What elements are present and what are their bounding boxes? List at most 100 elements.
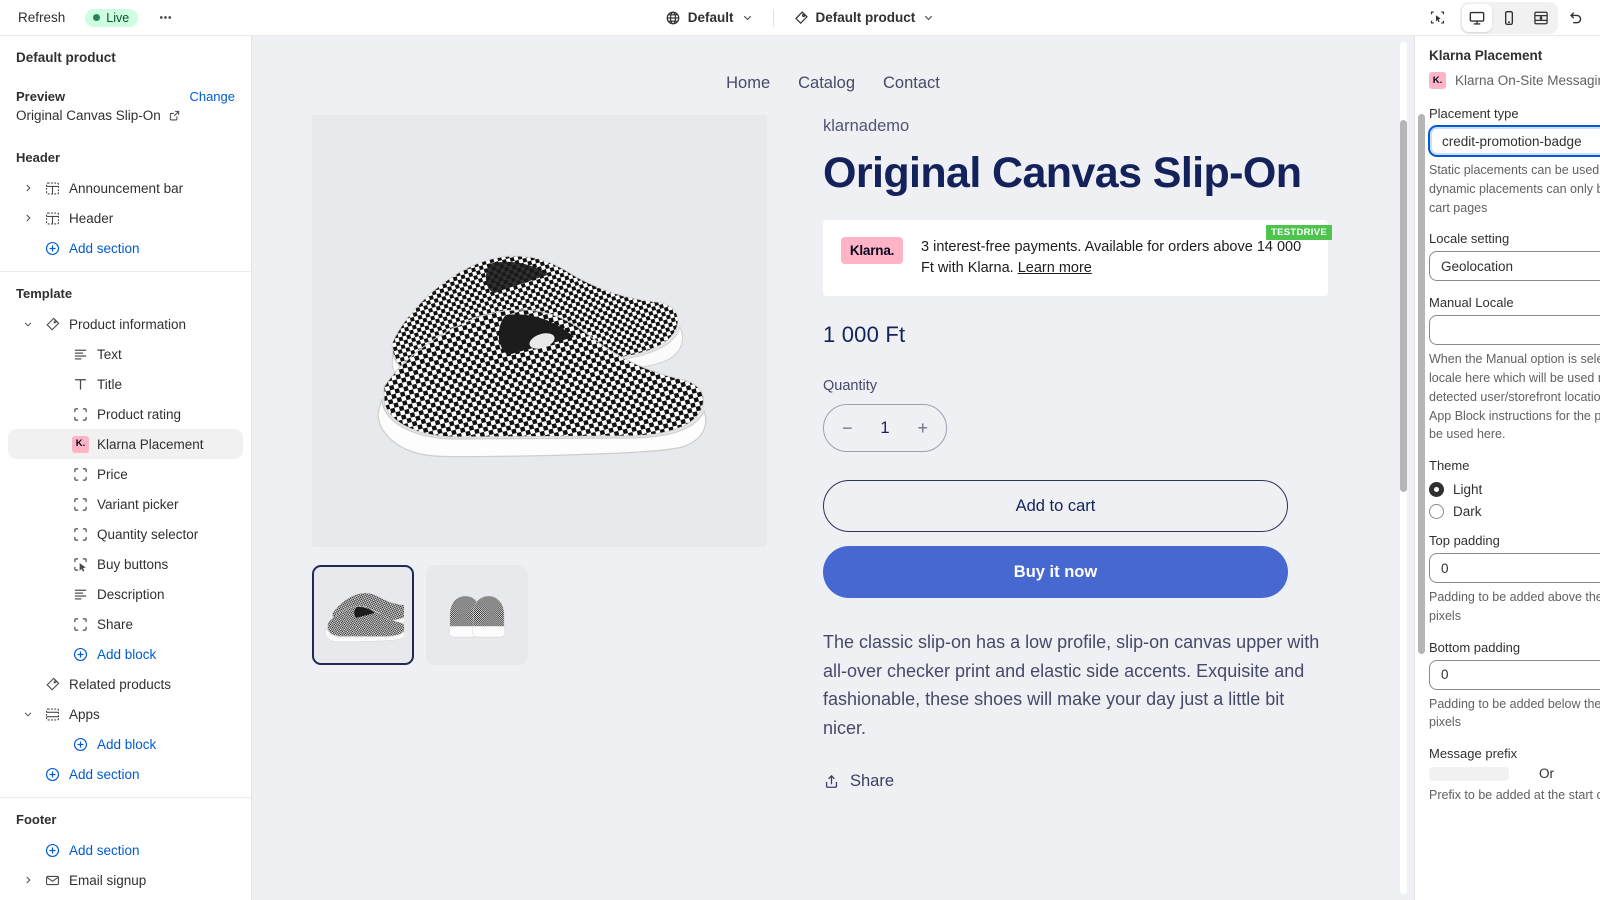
placement-type-input[interactable] [1429,126,1600,156]
top-padding-input[interactable] [1429,553,1600,583]
theme-option-dark[interactable]: Dark [1429,504,1600,519]
quantity-stepper[interactable]: − 1 + [823,404,947,453]
undo-button[interactable] [1560,4,1590,32]
message-prefix-or: Or [1539,766,1554,781]
sidebar-item-apps[interactable]: Apps [8,699,243,729]
top-bar-center: Default Default product [0,0,1600,35]
radio-dark-icon[interactable] [1429,504,1444,519]
sidebar-item-description[interactable]: Description [8,579,243,609]
desktop-view-button[interactable] [1462,3,1492,32]
placement-type-field: Placement type Static placements can be … [1429,106,1600,217]
manual-locale-field: Manual Locale When the Manual option is … [1429,295,1600,444]
nav-link-contact[interactable]: Contact [883,74,940,93]
app-name: Klarna On-Site Messaging [1455,73,1600,88]
sidebar-item-variant-picker[interactable]: Variant picker [8,489,243,519]
sidebar-item-quantity-selector[interactable]: Quantity selector [8,519,243,549]
locale-setting-input[interactable] [1429,251,1600,282]
chevron-right-icon[interactable] [20,182,36,194]
sidebar-group-footer: Footer Add section Email signup [0,798,251,900]
sidebar-item-title[interactable]: Title [8,369,243,399]
external-link-icon[interactable] [168,109,181,122]
product-main-image[interactable] [312,115,767,547]
product-thumbnails [312,565,767,665]
sidebar-item-add-section[interactable]: Add section [8,835,243,865]
sidebar-item-label: Product rating [97,406,182,422]
buy-it-now-button[interactable]: Buy it now [823,546,1288,599]
klarna-learn-more-link[interactable]: Learn more [1018,260,1092,276]
message-prefix-row[interactable]: Or [1429,766,1600,781]
radio-light-icon[interactable] [1429,482,1444,497]
template-selector-button[interactable]: Default product [784,5,945,31]
share-button[interactable]: Share [823,772,894,791]
share-label: Share [850,772,895,791]
title-icon [75,378,86,390]
block-settings-panel: Klarna Placement K. Klarna On-Site Messa… [1414,36,1600,900]
block-icon [72,406,89,423]
chevron-right-icon[interactable] [20,874,36,886]
preview-scrollbar-thumb[interactable] [1400,120,1407,492]
plus-circle-icon [72,736,89,753]
thumbnail-2[interactable] [426,565,528,665]
block-icon [74,497,87,511]
sidebar-item-share[interactable]: Share [8,609,243,639]
plus-circle-icon [45,767,60,781]
more-options-button[interactable] [150,5,180,31]
nav-link-home[interactable]: Home [726,74,770,93]
klarna-icon: K. [72,435,89,453]
klarna-placement-banner[interactable]: TESTDRIVE Klarna. 3 interest-free paymen… [823,220,1332,297]
manual-locale-input[interactable] [1429,315,1600,346]
sidebar-item-add-block[interactable]: Add block [8,729,243,759]
plus-circle-icon [44,842,61,859]
settings-panel-scrollbar-thumb[interactable] [1418,114,1425,654]
sidebar-item-price[interactable]: Price [8,459,243,489]
tag-icon [46,677,60,691]
device-toggle-group [1460,1,1558,34]
nav-link-catalog[interactable]: Catalog [798,74,855,93]
chevron-down-icon[interactable] [20,318,36,330]
sidebar-item-text[interactable]: Text [8,339,243,369]
bottom-padding-input[interactable] [1429,659,1600,690]
storefront-nav: Home Catalog Contact [252,36,1414,115]
app-attribution-row: K. Klarna On-Site Messaging [1429,72,1600,89]
sidebar-item-label: Klarna Placement [97,436,204,452]
plus-circle-icon [44,240,61,257]
preview-section: Preview Change Original Canvas Slip-On [0,78,251,136]
theme-selector-button[interactable]: Default [656,5,763,31]
sidebar-item-email-signup[interactable]: Email signup [8,865,243,895]
sidebar-item-label: Email signup [69,872,147,888]
inspector-tool-button[interactable] [1422,4,1452,32]
sidebar-item-product-information[interactable]: Product information [8,309,243,339]
sidebar-item-klarna-placement[interactable]: K. Klarna Placement [8,429,243,459]
sidebar-item-related-products[interactable]: Related products [8,669,243,699]
sidebar-item-add-block[interactable]: Add block [8,639,243,669]
settings-panel-scrollbar[interactable] [1418,42,1425,894]
tag-icon [794,10,808,24]
quantity-increment-button[interactable]: + [917,419,928,437]
quantity-decrement-button[interactable]: − [842,419,853,437]
message-prefix-input[interactable] [1429,766,1509,781]
sidebar-item-announcement-bar[interactable]: Announcement bar [8,173,243,203]
product-section: klarnademo Original Canvas Slip-On TESTD… [252,115,1414,795]
sidebar-item-add-section[interactable]: Add section [8,233,243,263]
refresh-button[interactable]: Refresh [10,5,73,30]
slipon-pair-back-thumb-icon [448,595,506,638]
sidebar-item-buy-buttons[interactable]: Buy buttons [8,549,243,579]
sidebar-item-header[interactable]: Header [8,203,243,233]
mobile-view-button[interactable] [1494,4,1524,32]
chevron-down-icon[interactable] [20,708,36,720]
sidebar-item-product-rating[interactable]: Product rating [8,399,243,429]
sections-sidebar: Default product Preview Change Original … [0,36,252,900]
slipon-shoe-image [376,255,706,458]
product-title: Original Canvas Slip-On [823,149,1302,197]
change-preview-link[interactable]: Change [189,89,235,104]
theme-label: Theme [1429,458,1470,473]
add-to-cart-button[interactable]: Add to cart [823,480,1288,533]
fullscreen-view-button[interactable] [1526,4,1556,32]
preview-scrollbar[interactable] [1400,42,1407,894]
sidebar-item-label: Add block [97,736,157,752]
plus-circle-icon [45,241,60,255]
chevron-right-icon[interactable] [20,212,36,224]
theme-option-light[interactable]: Light [1429,482,1600,497]
sidebar-item-add-section[interactable]: Add section [8,759,243,789]
thumbnail-1[interactable] [312,565,414,665]
